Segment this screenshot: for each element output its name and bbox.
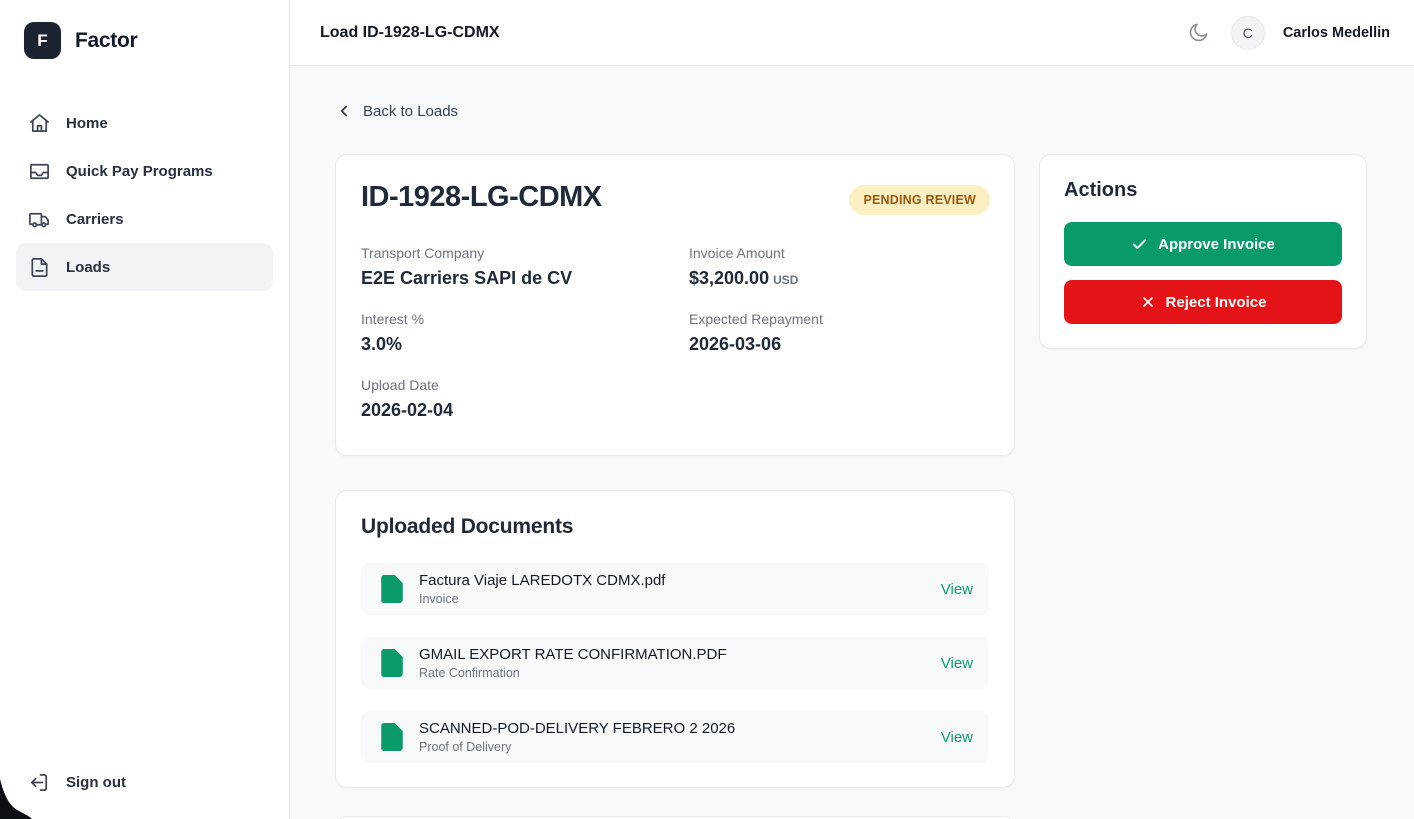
reject-invoice-button[interactable]: Reject Invoice <box>1064 280 1342 324</box>
user-name: Carlos Medellin <box>1282 24 1390 41</box>
sidebar-item-label: Home <box>66 114 108 132</box>
load-card-header: ID-1928-LG-CDMX PENDING REVIEW <box>361 181 990 215</box>
load-id-title: ID-1928-LG-CDMX <box>361 181 602 213</box>
back-link-label: Back to Loads <box>363 102 459 120</box>
document-info: GMAIL EXPORT RATE CONFIRMATION.PDF Rate … <box>419 646 925 680</box>
document-row-invoice: Factura Viaje LAREDOTX CDMX.pdf Invoice … <box>361 563 989 615</box>
field-value: 2026-02-04 <box>361 400 454 420</box>
page-title: Load ID-1928-LG-CDMX <box>320 23 500 41</box>
home-icon <box>28 112 51 135</box>
main-content: Back to Loads ID-1928-LG-CDMX PENDING RE… <box>290 66 1414 819</box>
currency-suffix: USD <box>773 273 799 287</box>
brand-name: Factor <box>75 28 138 52</box>
field-interest-percent: Interest % 3.0% <box>361 311 689 355</box>
field-value: 3.0% <box>361 334 403 354</box>
sidebar-item-carriers[interactable]: Carriers <box>16 195 273 243</box>
document-type: Proof of Delivery <box>419 740 512 754</box>
field-expected-repayment: Expected Repayment 2026-03-06 <box>689 311 990 355</box>
field-value: 2026-03-06 <box>689 334 782 354</box>
top-header: Load ID-1928-LG-CDMX C Carlos Medellin <box>290 0 1414 66</box>
approve-button-label: Approve Invoice <box>1158 235 1275 253</box>
sign-out-label: Sign out <box>66 773 126 791</box>
sidebar-item-quick-pay-programs[interactable]: Quick Pay Programs <box>16 147 273 195</box>
header-right: C Carlos Medellin <box>1185 15 1390 50</box>
app-window: F Factor Home Quick Pay Programs Carrier… <box>0 0 1414 819</box>
document-info: Factura Viaje LAREDOTX CDMX.pdf Invoice <box>419 572 925 606</box>
reject-button-label: Reject Invoice <box>1165 293 1267 311</box>
file-text-icon <box>28 256 51 279</box>
logo-letter: F <box>37 30 48 50</box>
field-label: Interest % <box>361 311 425 327</box>
sidebar-item-loads[interactable]: Loads <box>16 243 273 291</box>
field-label: Transport Company <box>361 245 485 261</box>
documents-title: Uploaded Documents <box>361 515 574 538</box>
avatar-initial: C <box>1242 24 1253 41</box>
check-icon <box>1133 238 1147 249</box>
document-name: GMAIL EXPORT RATE CONFIRMATION.PDF <box>419 646 727 663</box>
avatar[interactable]: C <box>1230 15 1265 50</box>
field-transport-company: Transport Company E2E Carriers SAPI de C… <box>361 245 689 289</box>
sidebar-nav: Home Quick Pay Programs Carriers Loads <box>0 99 289 291</box>
document-info: SCANNED-POD-DELIVERY FEBRERO 2 2026 Proo… <box>419 720 925 754</box>
view-document-link[interactable]: View <box>941 655 973 672</box>
document-icon <box>381 723 403 751</box>
field-value: $3,200.00 USD <box>689 268 799 288</box>
brand-logo: F Factor <box>0 0 289 59</box>
back-to-loads-link[interactable]: Back to Loads <box>335 102 458 120</box>
actions-title: Actions <box>1064 179 1138 201</box>
load-detail-card: ID-1928-LG-CDMX PENDING REVIEW Transport… <box>335 154 1015 456</box>
sidebar-item-label: Carriers <box>66 210 124 228</box>
truck-icon <box>28 208 51 231</box>
field-value: E2E Carriers SAPI de CV <box>361 268 573 288</box>
x-icon <box>1142 297 1153 307</box>
logo-mark: F <box>24 22 61 59</box>
dark-mode-toggle[interactable] <box>1185 19 1213 47</box>
sidebar-item-label: Loads <box>66 258 111 276</box>
view-document-link[interactable]: View <box>941 581 973 598</box>
document-name: SCANNED-POD-DELIVERY FEBRERO 2 2026 <box>419 720 736 737</box>
approve-invoice-button[interactable]: Approve Invoice <box>1064 222 1342 266</box>
actions-card: Actions Approve Invoice Reject Invoice <box>1039 154 1367 349</box>
document-type: Invoice <box>419 592 459 606</box>
moon-icon <box>1190 23 1208 42</box>
uploaded-documents-card: Uploaded Documents Factura Viaje LAREDOT… <box>335 490 1015 788</box>
document-name: Factura Viaje LAREDOTX CDMX.pdf <box>419 572 666 589</box>
document-icon <box>381 649 403 677</box>
field-upload-date: Upload Date 2026-02-04 <box>361 377 689 421</box>
view-document-link[interactable]: View <box>941 729 973 746</box>
sidebar: F Factor Home Quick Pay Programs Carrier… <box>0 0 290 819</box>
field-label: Upload Date <box>361 377 439 393</box>
document-icon <box>381 575 403 603</box>
sidebar-item-home[interactable]: Home <box>16 99 273 147</box>
field-invoice-amount: Invoice Amount $3,200.00 USD <box>689 245 990 289</box>
field-label: Invoice Amount <box>689 245 785 261</box>
document-row-proof-of-delivery: SCANNED-POD-DELIVERY FEBRERO 2 2026 Proo… <box>361 711 989 763</box>
sidebar-item-label: Quick Pay Programs <box>66 162 213 180</box>
chevron-left-icon <box>340 105 348 117</box>
cursor-artifact <box>0 779 32 819</box>
document-row-rate-confirmation: GMAIL EXPORT RATE CONFIRMATION.PDF Rate … <box>361 637 989 689</box>
sign-out-button[interactable]: Sign out <box>16 761 273 803</box>
inbox-icon <box>28 160 51 183</box>
load-fields-grid: Transport Company E2E Carriers SAPI de C… <box>361 245 990 421</box>
field-label: Expected Repayment <box>689 311 823 327</box>
status-badge: PENDING REVIEW <box>849 185 990 215</box>
document-type: Rate Confirmation <box>419 666 520 680</box>
